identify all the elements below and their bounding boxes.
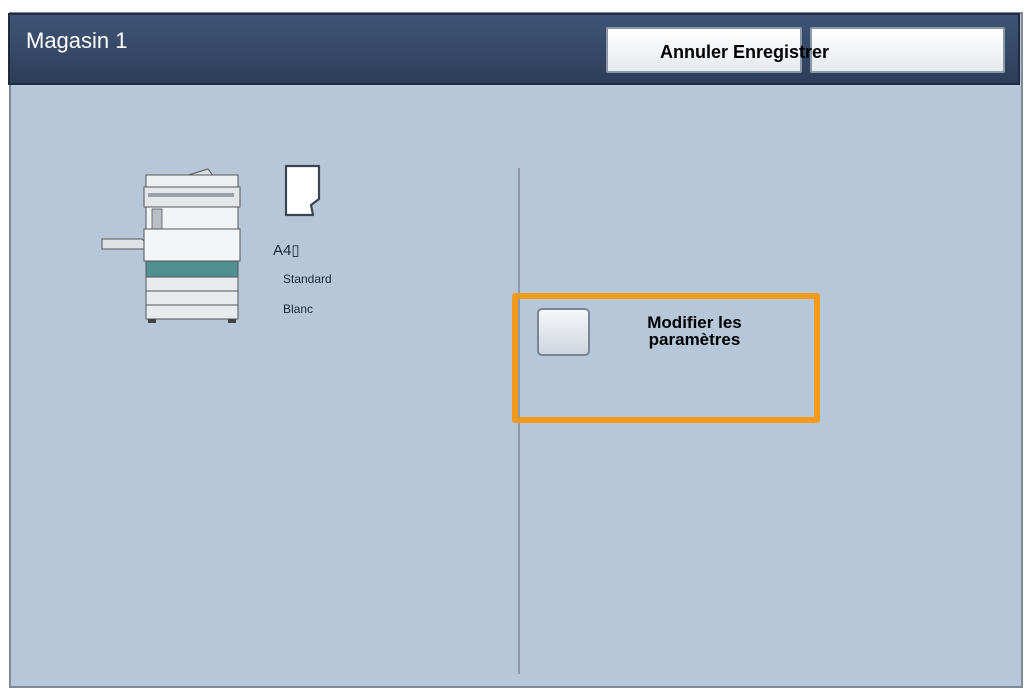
paper-size-label: A4▯ [273,242,300,259]
paper-sheet-icon [283,163,323,224]
modify-settings-checkbox[interactable] [537,308,590,356]
modify-settings-label[interactable]: Modifier les paramètres [622,314,767,348]
printer-icon [100,165,245,330]
modify-label-line2: paramètres [648,330,741,349]
header-button-labels: Annuler Enregistrer [660,42,830,62]
modify-label-line1: Modifier les [647,313,742,332]
paper-type-label: Standard [283,272,332,286]
paper-color-label: Blanc [283,302,314,316]
dialog-title: Magasin 1 [26,28,128,53]
save-button[interactable] [810,27,1005,73]
